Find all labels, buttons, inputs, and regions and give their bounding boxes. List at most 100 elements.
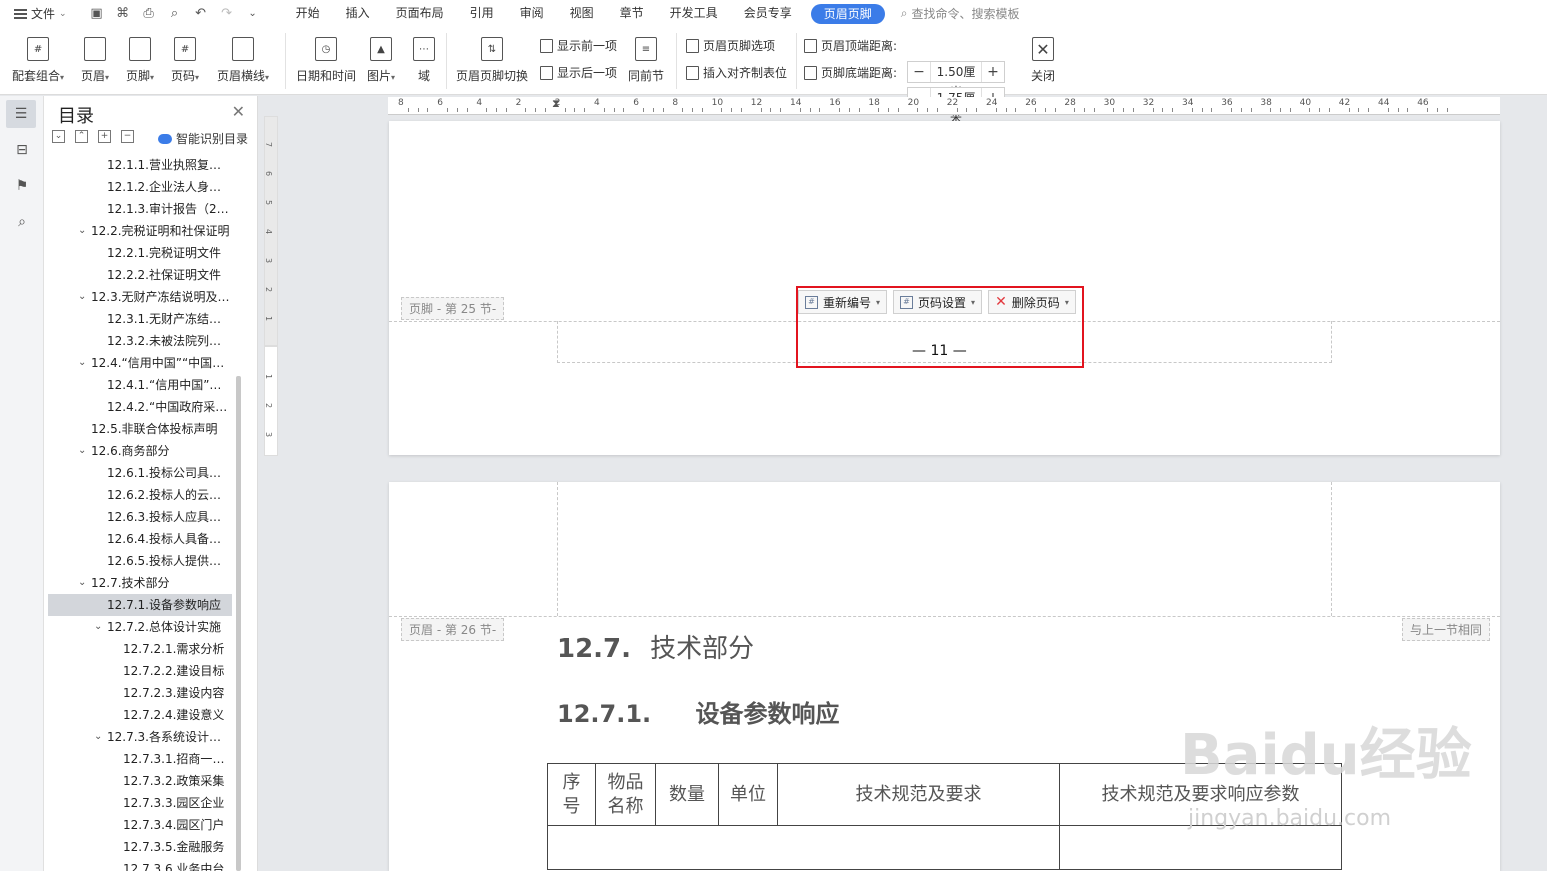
toc-item[interactable]: 12.4.2.“中国政府采购网” xyxy=(48,396,232,418)
toc-item[interactable]: 12.6.3.投标人应具备… xyxy=(48,506,232,528)
toc-item[interactable]: ⌄ 12.4.“信用中国”“中国政府… xyxy=(48,352,232,374)
toc-item[interactable]: 12.7.3.6.业务中台 xyxy=(48,858,232,871)
tab-4[interactable]: 审阅 xyxy=(507,0,557,27)
header-text-area[interactable] xyxy=(557,482,1332,616)
table-cell[interactable] xyxy=(1059,825,1342,870)
picture-button[interactable]: ▲ 图片▾ xyxy=(367,37,395,84)
close-icon[interactable]: ✕ xyxy=(232,102,245,121)
table-header-cell: 序 号 xyxy=(547,763,596,826)
chevron-down-icon[interactable]: ⌄ xyxy=(78,352,86,374)
tab-2[interactable]: 页面布局 xyxy=(383,0,457,27)
undo-icon[interactable]: ↶ xyxy=(193,6,209,21)
toc-item[interactable]: 12.2.1.完税证明文件 xyxy=(48,242,232,264)
combo-button[interactable]: # 配套组合▾ xyxy=(12,37,64,84)
chevron-down-icon[interactable]: ⌄ xyxy=(78,572,86,594)
toc-item[interactable]: ⌄ 12.3.无财产冻结说明及… xyxy=(48,286,232,308)
print-icon[interactable]: ⎙ xyxy=(141,6,157,21)
remove-icon[interactable]: − xyxy=(121,130,134,143)
add-icon[interactable]: + xyxy=(98,130,111,143)
toc-item[interactable]: 12.7.3.3.园区企业 xyxy=(48,792,232,814)
tab-6[interactable]: 章节 xyxy=(607,0,657,27)
expand-icon[interactable]: ⌃ xyxy=(75,130,88,143)
redo-icon[interactable]: ↷ xyxy=(219,6,235,21)
file-menu[interactable]: 文件 ⌄ xyxy=(14,5,67,22)
ruler-tick xyxy=(878,108,880,112)
tab-5[interactable]: 视图 xyxy=(557,0,607,27)
smart-toc-button[interactable]: 智能识别目录 xyxy=(158,130,248,147)
header-button[interactable]: 页眉▾ xyxy=(81,37,109,84)
toc-item[interactable]: 12.5.非联合体投标声明 xyxy=(48,418,232,440)
toc-item[interactable]: 12.7.1.设备参数响应 xyxy=(48,594,232,616)
collapse-icon[interactable]: ⌄ xyxy=(52,130,65,143)
command-search[interactable]: ⌕ 查找命令、搜索模板 xyxy=(901,5,1020,22)
save-icon[interactable]: ▣ xyxy=(89,6,105,21)
toc-item[interactable]: 12.6.2.投标人的云… xyxy=(48,484,232,506)
toc-item[interactable]: 12.7.2.2.建设目标 xyxy=(48,660,232,682)
same-as-prev-button[interactable]: ≡ 同前节 xyxy=(628,37,664,84)
show-prev-button[interactable]: 显示前一项 xyxy=(540,37,617,54)
table-cell[interactable] xyxy=(547,825,1060,870)
header-top-distance-value[interactable]: 1.50厘米 xyxy=(930,62,982,99)
search-icon[interactable]: ⌕ xyxy=(12,212,32,232)
toc-item[interactable]: 12.7.2.1.需求分析 xyxy=(48,638,232,660)
toc-item[interactable]: 12.3.2.未被法院列入… xyxy=(48,330,232,352)
tab-1[interactable]: 插入 xyxy=(333,0,383,27)
header-icon xyxy=(84,37,107,61)
chevron-down-icon[interactable]: ⌄ xyxy=(78,286,86,308)
tab-9[interactable]: 页眉页脚 xyxy=(810,3,885,24)
customize-icon[interactable]: ⌄ xyxy=(245,8,261,19)
toc-scrollbar[interactable] xyxy=(236,376,241,871)
divider xyxy=(796,33,797,89)
footer-button[interactable]: 页脚▾ xyxy=(126,37,154,84)
chevron-down-icon[interactable]: ⌄ xyxy=(78,440,86,462)
header-top-distance-spinner[interactable]: − 1.50厘米 + xyxy=(907,61,1005,99)
format-painter-icon[interactable]: ⌘ xyxy=(115,6,131,21)
toc-item[interactable]: 12.6.4.投标人具备… xyxy=(48,528,232,550)
tab-7[interactable]: 开发工具 xyxy=(657,0,731,27)
toc-item[interactable]: 12.2.2.社保证明文件 xyxy=(48,264,232,286)
increment-button[interactable]: + xyxy=(982,62,1004,82)
tab-0[interactable]: 开始 xyxy=(283,0,333,27)
ruler-tick xyxy=(1387,108,1389,112)
show-next-button[interactable]: 显示后一项 xyxy=(540,64,617,81)
switch-button[interactable]: ⇅ 页眉页脚切换 xyxy=(456,37,528,84)
toc-item[interactable]: 12.7.3.5.金融服务 xyxy=(48,836,232,858)
toc-item[interactable]: ⌄ 12.7.3.各系统设计方案 xyxy=(48,726,232,748)
close-hf-button[interactable]: ✕ 关闭 xyxy=(1031,37,1055,84)
toc-item[interactable]: ⌄ 12.7.2.总体设计实施 xyxy=(48,616,232,638)
insert-align-tab-button[interactable]: 插入对齐制表位 xyxy=(686,64,787,81)
toc-item[interactable]: ⌄ 12.7.技术部分 xyxy=(48,572,232,594)
toc-item[interactable]: 12.7.3.4.园区门户 xyxy=(48,814,232,836)
bookmark-icon[interactable]: ⚑ xyxy=(12,176,32,196)
toc-item[interactable]: 12.1.3.审计报告（2… xyxy=(48,198,232,220)
datetime-button[interactable]: ◷ 日期和时间 xyxy=(296,37,356,84)
chevron-down-icon[interactable]: ⌄ xyxy=(78,220,86,242)
toc-item[interactable]: 12.6.1.投标公司具备… xyxy=(48,462,232,484)
toc-item[interactable]: 12.7.3.2.政策采集 xyxy=(48,770,232,792)
print-preview-icon[interactable]: ⌕ xyxy=(167,6,183,21)
toc-item[interactable]: 12.1.1.营业执照复印件 xyxy=(48,154,232,176)
toc-item[interactable]: 12.7.2.4.建设意义 xyxy=(48,704,232,726)
toc-item[interactable]: 12.3.1.无财产冻结说明 xyxy=(48,308,232,330)
tab-3[interactable]: 引用 xyxy=(457,0,507,27)
toc-icon[interactable]: ☰ xyxy=(6,100,36,128)
field-button[interactable]: ⋯ 域 xyxy=(413,37,435,84)
hf-options-button[interactable]: 页眉页脚选项 xyxy=(686,37,775,54)
indent-marker[interactable]: ⧗ xyxy=(552,97,560,111)
decrement-button[interactable]: − xyxy=(908,62,930,82)
toc-item[interactable]: 12.6.5.投标人提供… xyxy=(48,550,232,572)
header-line-button[interactable]: 页眉横线▾ xyxy=(217,37,269,84)
toc-item[interactable]: 12.4.1.“信用中国”查询 xyxy=(48,374,232,396)
toc-item[interactable]: 12.7.3.1.招商一张图 xyxy=(48,748,232,770)
toc-item-label: 12.3.1.无财产冻结说明 xyxy=(107,312,232,326)
chevron-down-icon[interactable]: ⌄ xyxy=(94,726,102,748)
tab-8[interactable]: 会员专享 xyxy=(731,0,805,27)
page-number-button[interactable]: # 页码▾ xyxy=(171,37,199,84)
toc-item[interactable]: ⌄ 12.2.完税证明和社保证明 xyxy=(48,220,232,242)
toc-item[interactable]: 12.1.2.企业法人身份证 xyxy=(48,176,232,198)
chevron-down-icon[interactable]: ⌄ xyxy=(94,616,102,638)
outline-icon[interactable]: ⊟ xyxy=(12,140,32,160)
toc-item[interactable]: 12.7.2.3.建设内容 xyxy=(48,682,232,704)
toc-item[interactable]: ⌄ 12.6.商务部分 xyxy=(48,440,232,462)
toc-item-label: 12.4.“信用中国”“中国政府… xyxy=(91,356,232,370)
